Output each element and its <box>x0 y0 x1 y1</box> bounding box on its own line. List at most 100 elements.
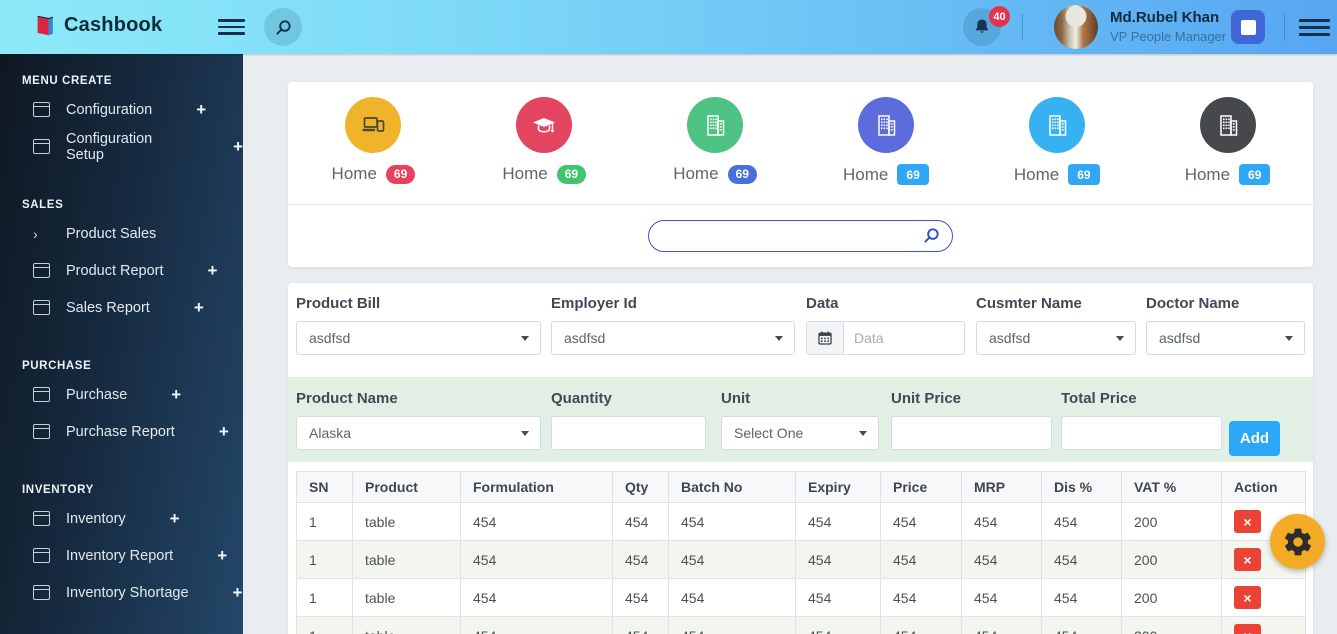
date-input[interactable] <box>843 321 965 355</box>
calendar-button[interactable] <box>806 321 843 355</box>
settings-menu-icon[interactable] <box>1299 19 1330 36</box>
plus-icon[interactable]: + <box>208 262 218 279</box>
sidebar-item-purchase-report[interactable]: Purchase Report + <box>0 413 243 450</box>
entry-label: Unit <box>721 390 751 407</box>
sidebar-item-inventory[interactable]: Inventory + <box>0 500 243 537</box>
plus-icon[interactable]: + <box>233 584 243 601</box>
count-badge: 69 <box>897 164 929 185</box>
sidebar-item-label: Sales Report <box>66 299 150 316</box>
building-icon-circle <box>1028 97 1085 153</box>
sidebar-item-purchase[interactable]: Purchase + <box>0 376 243 413</box>
sidebar-item-label: Inventory <box>66 510 126 527</box>
product-entry-band: Product Name Alaska Quantity Unit Select… <box>288 377 1313 462</box>
sidebar-item-product-report[interactable]: Product Report + <box>0 252 243 289</box>
home-card-6[interactable]: Home 69 <box>1142 82 1313 204</box>
sidebar-item-inventory-shortage[interactable]: Inventory Shortage + <box>0 574 243 611</box>
sidebar-item-label: Configuration <box>66 101 153 118</box>
cell-expiry: 454 <box>795 540 881 579</box>
home-card-1[interactable]: Home 69 <box>288 82 459 204</box>
unit-select[interactable]: Select One <box>721 416 879 450</box>
plus-icon[interactable]: + <box>196 101 206 118</box>
table-row: 1 table 454 454 454 454 454 454 454 200 … <box>296 502 1306 541</box>
plus-icon[interactable]: + <box>170 510 180 527</box>
filter-date: Data <box>806 295 965 355</box>
col-header: Expiry <box>795 471 881 503</box>
cell-dis: 454 <box>1041 540 1122 579</box>
employer-id-select[interactable]: asdfsd <box>551 321 795 355</box>
plus-icon[interactable]: + <box>171 386 181 403</box>
notification-count-badge: 40 <box>989 6 1010 27</box>
product-bill-select[interactable]: asdfsd <box>296 321 541 355</box>
cell-sn: 1 <box>296 616 353 634</box>
sidebar-item-configuration[interactable]: Configuration + <box>0 91 243 128</box>
window-icon <box>33 424 50 439</box>
entry-total-price: Total Price <box>1061 390 1222 450</box>
building-icon <box>1219 115 1237 136</box>
window-icon <box>33 511 50 526</box>
header-search-button[interactable] <box>264 8 302 46</box>
home-card-label: Home <box>1013 164 1060 184</box>
cell-action: × <box>1221 578 1306 617</box>
col-header: Batch No <box>668 471 796 503</box>
search-row <box>288 204 1313 266</box>
col-header: SN <box>296 471 353 503</box>
delete-button[interactable]: × <box>1234 586 1261 609</box>
products-table-wrap: SN Product Formulation Qty Batch No Expi… <box>296 471 1306 634</box>
count-badge: 69 <box>556 164 587 184</box>
caret-down-icon <box>521 335 529 341</box>
caret-down-icon <box>1285 335 1293 341</box>
cell-qty: 454 <box>612 540 669 579</box>
quantity-input[interactable] <box>551 416 706 450</box>
plus-icon[interactable]: + <box>219 423 229 440</box>
search-input[interactable] <box>664 227 922 244</box>
devices-icon-circle <box>345 97 402 153</box>
count-badge: 69 <box>1068 164 1100 185</box>
settings-fab[interactable] <box>1270 514 1325 569</box>
delete-button[interactable]: × <box>1234 510 1261 533</box>
sidebar-toggle-icon[interactable] <box>218 19 245 35</box>
cell-qty: 454 <box>612 578 669 617</box>
cell-mrp: 454 <box>961 502 1042 541</box>
filter-label: Product Bill <box>296 295 381 312</box>
building-icon <box>1048 115 1066 136</box>
window-icon <box>33 585 50 600</box>
sidebar-item-sales-report[interactable]: Sales Report + <box>0 289 243 326</box>
add-button[interactable]: Add <box>1229 421 1280 456</box>
window-icon <box>33 263 50 278</box>
cell-dis: 454 <box>1041 616 1122 634</box>
cell-vat: 200 <box>1121 540 1222 579</box>
customer-name-select[interactable]: asdfsd <box>976 321 1136 355</box>
home-card-3[interactable]: Home 69 <box>630 82 801 204</box>
top-header: Cashbook 40 Md.Rubel Khan VP People Mana… <box>0 0 1337 54</box>
home-card-4[interactable]: Home 69 <box>800 82 971 204</box>
plus-icon[interactable]: + <box>194 299 204 316</box>
plus-icon[interactable]: + <box>233 138 243 155</box>
count-badge: 69 <box>1239 164 1271 185</box>
delete-button[interactable]: × <box>1234 548 1261 571</box>
sidebar-item-product-sales[interactable]: › Product Sales <box>0 215 243 252</box>
window-icon <box>33 387 50 402</box>
sidebar-item-inventory-report[interactable]: Inventory Report + <box>0 537 243 574</box>
cell-price: 454 <box>880 616 962 634</box>
home-card-2[interactable]: Home 69 <box>459 82 630 204</box>
entry-label: Product Name <box>296 390 398 407</box>
sidebar-item-configuration-setup[interactable]: Configuration Setup + <box>0 128 243 165</box>
unit-price-input[interactable] <box>891 416 1052 450</box>
delete-button[interactable]: × <box>1234 624 1261 634</box>
home-card-5[interactable]: Home 69 <box>971 82 1142 204</box>
cell-batch: 454 <box>668 502 796 541</box>
sidebar-section-sales: SALES <box>22 199 64 211</box>
user-avatar[interactable] <box>1054 5 1098 49</box>
caret-down-icon <box>775 335 783 341</box>
plus-icon[interactable]: + <box>217 547 227 564</box>
app-root: Cashbook 40 Md.Rubel Khan VP People Mana… <box>0 0 1337 634</box>
square-toggle-button[interactable] <box>1231 10 1265 44</box>
calendar-icon <box>818 331 832 345</box>
search-box[interactable] <box>648 219 953 252</box>
search-icon[interactable] <box>922 226 941 245</box>
cell-product: table <box>352 502 461 541</box>
doctor-name-select[interactable]: asdfsd <box>1146 321 1305 355</box>
product-name-select[interactable]: Alaska <box>296 416 541 450</box>
brand[interactable]: Cashbook <box>33 12 162 39</box>
total-price-input[interactable] <box>1061 416 1222 450</box>
